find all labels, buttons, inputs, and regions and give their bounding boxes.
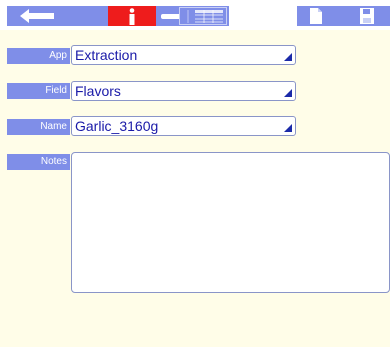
- save-disk-icon: [360, 8, 374, 24]
- table-tab[interactable]: [178, 6, 228, 26]
- dropdown-triangle-icon: [284, 89, 292, 97]
- dropdown-triangle-icon: [284, 53, 292, 61]
- table-icon: [179, 7, 227, 25]
- notes-textarea[interactable]: [71, 152, 390, 293]
- field-select[interactable]: Flavors: [71, 81, 296, 101]
- app-select[interactable]: Extraction: [71, 45, 296, 65]
- back-arrow-icon: [20, 9, 54, 23]
- back-button[interactable]: [14, 6, 60, 26]
- toolbar: [0, 0, 390, 30]
- dropdown-triangle-icon: [284, 124, 292, 132]
- document-icon: [310, 8, 322, 24]
- name-select[interactable]: Garlic_3160g: [71, 116, 296, 136]
- info-tab[interactable]: [108, 6, 156, 26]
- app-label: App: [7, 48, 70, 64]
- new-document-button[interactable]: [305, 6, 327, 26]
- save-button[interactable]: [356, 6, 378, 26]
- name-value: Garlic_3160g: [75, 118, 159, 134]
- app-value: Extraction: [75, 47, 138, 63]
- field-value: Flavors: [75, 83, 121, 99]
- name-label: Name: [7, 119, 70, 135]
- notes-label: Notes: [7, 154, 70, 170]
- field-label: Field: [7, 83, 70, 99]
- info-icon: [129, 7, 135, 25]
